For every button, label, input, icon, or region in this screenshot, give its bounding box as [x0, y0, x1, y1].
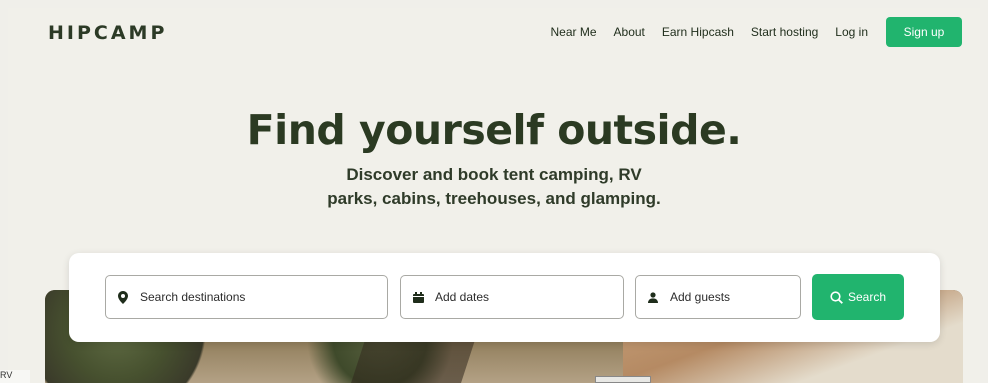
guests-placeholder: Add guests [670, 290, 731, 304]
bottom-fragment-text: RV [0, 370, 30, 383]
calendar-icon [401, 291, 435, 303]
destination-field[interactable]: Search destinations [105, 275, 388, 319]
header: HIPCAMP Near Me About Earn Hipcash Start… [8, 8, 980, 60]
search-button-label: Search [847, 290, 887, 304]
nav-near-me[interactable]: Near Me [551, 17, 597, 47]
hero-subtitle: Discover and book tent camping, RV parks… [8, 163, 980, 211]
nav-log-in[interactable]: Log in [835, 17, 868, 47]
search-card: Search destinations Add dates Add guests… [69, 253, 940, 342]
sign-up-button[interactable]: Sign up [886, 17, 962, 47]
hipcamp-logo[interactable]: HIPCAMP [48, 22, 167, 44]
nav-about[interactable]: About [614, 17, 645, 47]
search-button[interactable]: Search [812, 274, 904, 320]
nav-start-hosting[interactable]: Start hosting [751, 17, 818, 47]
map-pin-icon [106, 290, 140, 304]
page: HIPCAMP Near Me About Earn Hipcash Start… [8, 8, 980, 383]
hero-subtitle-line-2: parks, cabins, treehouses, and glamping. [327, 189, 661, 208]
person-icon [636, 291, 670, 303]
dates-placeholder: Add dates [435, 290, 490, 304]
search-icon [830, 290, 843, 304]
top-nav: Near Me About Earn Hipcash Start hosting… [534, 17, 962, 47]
dates-field[interactable]: Add dates [400, 275, 624, 319]
destination-placeholder: Search destinations [140, 290, 246, 304]
bottom-fragment-bar [595, 376, 651, 383]
guests-field[interactable]: Add guests [635, 275, 801, 319]
nav-earn-hipcash[interactable]: Earn Hipcash [662, 17, 734, 47]
hero-subtitle-line-1: Discover and book tent camping, RV [346, 165, 642, 184]
hero-title: Find yourself outside. [246, 106, 742, 154]
